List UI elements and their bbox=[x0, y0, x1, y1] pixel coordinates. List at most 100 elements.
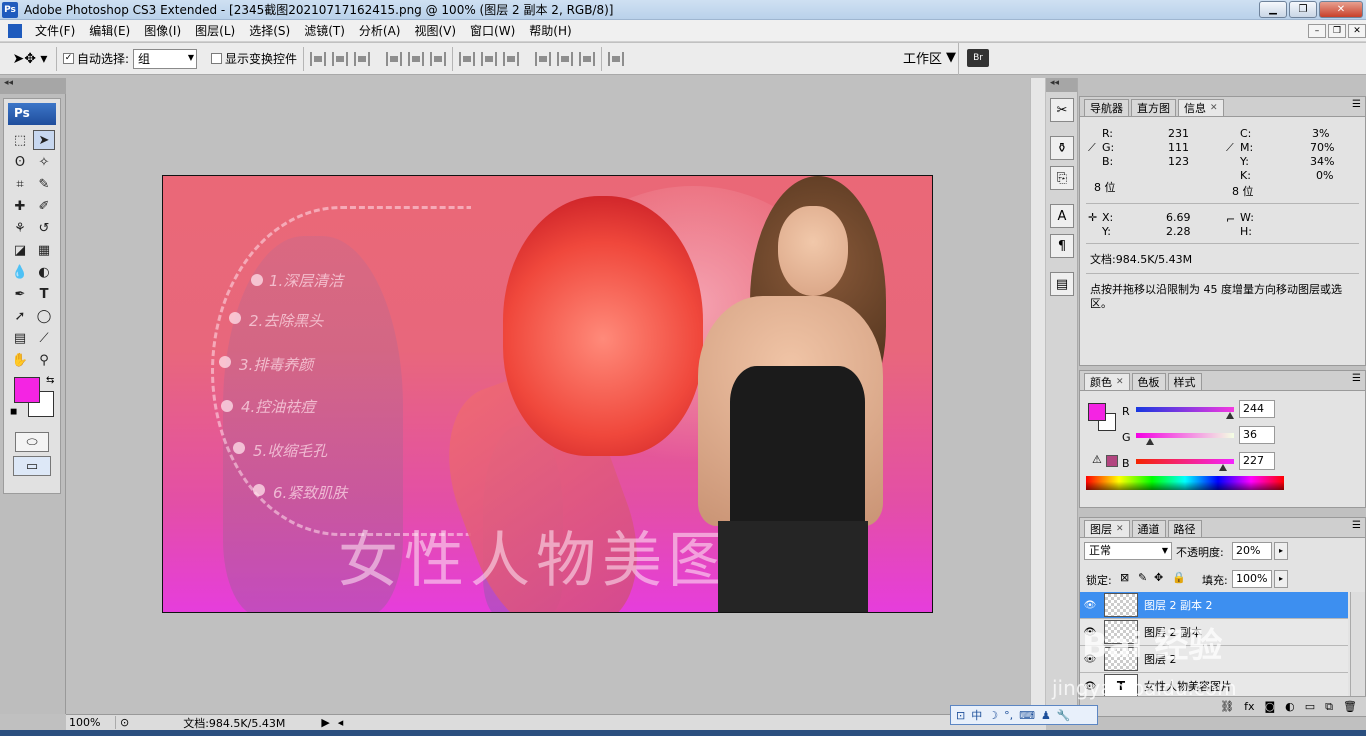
tab-channels[interactable]: 通道 bbox=[1131, 520, 1166, 537]
fill-slider-arrow-icon[interactable]: ▸ bbox=[1274, 570, 1288, 588]
workspace-menu[interactable]: 工作区 ▼ bbox=[903, 48, 956, 67]
tab-histogram[interactable]: 直方图 bbox=[1131, 99, 1176, 116]
slider-thumb[interactable] bbox=[1219, 464, 1228, 471]
color-g-slider[interactable] bbox=[1136, 433, 1234, 445]
path-selection-tool-icon[interactable]: ➚ bbox=[9, 306, 31, 326]
status-preview-icon[interactable]: ⊙ bbox=[120, 716, 129, 729]
distribute-left-icon[interactable] bbox=[535, 51, 552, 66]
stamp-tool-icon[interactable]: ⚘ bbox=[9, 218, 31, 238]
type-tool-icon[interactable]: T bbox=[33, 284, 55, 304]
lasso-tool-icon[interactable]: ʘ bbox=[9, 152, 31, 172]
color-spectrum-bar[interactable] bbox=[1086, 476, 1284, 490]
healing-brush-tool-icon[interactable]: ✚ bbox=[9, 196, 31, 216]
ime-logo-icon[interactable]: ⊡ bbox=[956, 709, 965, 722]
ps-menu-icon[interactable] bbox=[8, 23, 22, 38]
distribute-bottom-icon[interactable] bbox=[503, 51, 520, 66]
align-bottom-icon[interactable] bbox=[354, 51, 371, 66]
document-image[interactable]: 1.深层清洁 2.去除黑头 3.排毒养颜 4.控油祛痘 5.收缩毛孔 6.紧致肌… bbox=[162, 175, 933, 613]
move-tool-icon[interactable]: ➤ bbox=[33, 130, 55, 150]
new-group-icon[interactable]: ▭ bbox=[1305, 700, 1315, 713]
settings-wrench-icon[interactable]: 🔧 bbox=[1057, 709, 1071, 722]
layer-name[interactable]: 图层 2 副本 2 bbox=[1144, 597, 1213, 613]
gamut-warning-icon[interactable]: ⚠ bbox=[1092, 453, 1102, 466]
tab-styles[interactable]: 样式 bbox=[1167, 373, 1202, 390]
doc-close-button[interactable]: ✕ bbox=[1348, 24, 1366, 38]
tool-presets-icon[interactable]: ✂ bbox=[1050, 98, 1074, 122]
foreground-color-swatch[interactable] bbox=[14, 377, 40, 403]
menu-analysis[interactable]: 分析(A) bbox=[352, 22, 408, 39]
distribute-right-icon[interactable] bbox=[579, 51, 596, 66]
scroll-left-icon[interactable]: ◂ bbox=[338, 716, 344, 729]
menu-view[interactable]: 视图(V) bbox=[407, 22, 463, 39]
crop-tool-icon[interactable]: ⌗ bbox=[9, 174, 31, 194]
zoom-level[interactable]: 100% bbox=[66, 716, 116, 729]
menu-edit[interactable]: 编辑(E) bbox=[82, 22, 137, 39]
align-vcenter-icon[interactable] bbox=[332, 51, 349, 66]
gradient-tool-icon[interactable]: ▦ bbox=[33, 240, 55, 260]
adjustment-layer-icon[interactable]: ◐ bbox=[1285, 700, 1295, 713]
layer-style-icon[interactable]: fx bbox=[1244, 700, 1254, 713]
eraser-tool-icon[interactable]: ◪ bbox=[9, 240, 31, 260]
ime-mode[interactable]: 中 bbox=[971, 707, 982, 723]
paragraph-icon[interactable]: ¶ bbox=[1050, 234, 1074, 258]
tab-color[interactable]: 颜色 ✕ bbox=[1084, 373, 1130, 390]
opacity-field[interactable]: 20% bbox=[1232, 542, 1272, 560]
auto-select-dropdown[interactable]: 组 ▼ bbox=[133, 48, 198, 69]
delete-layer-icon[interactable]: 🗑 bbox=[1343, 700, 1357, 713]
gamut-swatch[interactable] bbox=[1106, 455, 1118, 467]
menu-window[interactable]: 窗口(W) bbox=[463, 22, 522, 39]
link-layers-icon[interactable]: ⛓ bbox=[1220, 700, 1234, 713]
align-top-icon[interactable] bbox=[310, 51, 327, 66]
lock-all-icon[interactable]: 🔒 bbox=[1172, 571, 1186, 584]
quick-mask-icon[interactable]: ⬭ bbox=[15, 432, 49, 452]
maximize-button[interactable]: ❐ bbox=[1289, 1, 1317, 18]
distribute-top-icon[interactable] bbox=[459, 51, 476, 66]
color-panel-foreground[interactable] bbox=[1088, 403, 1106, 421]
distribute-vcenter-icon[interactable] bbox=[481, 51, 498, 66]
layer-row[interactable]: 👁 图层 2 副本 2 bbox=[1080, 592, 1348, 619]
menu-help[interactable]: 帮助(H) bbox=[522, 22, 578, 39]
lock-image-icon[interactable]: ✎ bbox=[1138, 571, 1147, 584]
history-brush-tool-icon[interactable]: ↺ bbox=[33, 218, 55, 238]
visibility-eye-icon[interactable]: 👁 bbox=[1080, 600, 1100, 611]
show-transform-checkbox[interactable]: 显示变换控件 bbox=[211, 50, 297, 67]
ellipse-tool-icon[interactable]: ◯ bbox=[33, 306, 55, 326]
screen-mode-icon[interactable]: ▭ bbox=[13, 456, 51, 476]
menu-image[interactable]: 图像(I) bbox=[137, 22, 188, 39]
default-colors-icon[interactable]: ◼ bbox=[10, 407, 17, 417]
eyedropper-tool-icon[interactable]: ⟋ bbox=[33, 328, 55, 348]
new-layer-icon[interactable]: ⧉ bbox=[1325, 700, 1333, 714]
notes-tool-icon[interactable]: ▤ bbox=[9, 328, 31, 348]
tab-swatches[interactable]: 色板 bbox=[1131, 373, 1166, 390]
lock-transparency-icon[interactable]: ⊠ bbox=[1120, 571, 1129, 584]
fill-field[interactable]: 100% bbox=[1232, 570, 1272, 588]
color-g-field[interactable]: 36 bbox=[1239, 426, 1275, 444]
clone-source-icon[interactable]: ⎘ bbox=[1050, 166, 1074, 190]
tab-info[interactable]: 信息 ✕ bbox=[1178, 99, 1224, 116]
canvas-vertical-scrollbar[interactable] bbox=[1030, 78, 1045, 714]
hand-tool-icon[interactable]: ✋ bbox=[9, 350, 31, 370]
bridge-icon[interactable]: Br bbox=[967, 49, 989, 67]
panel-menu-icon[interactable]: ☰ bbox=[1352, 99, 1361, 110]
dock-header[interactable]: ◂◂ bbox=[1046, 78, 1077, 92]
align-hcenter-icon[interactable] bbox=[408, 51, 425, 66]
opacity-slider-arrow-icon[interactable]: ▸ bbox=[1274, 542, 1288, 560]
brushes-icon[interactable]: ⚱ bbox=[1050, 136, 1074, 160]
tab-paths[interactable]: 路径 bbox=[1167, 520, 1202, 537]
marquee-tool-icon[interactable]: ⬚ bbox=[9, 130, 31, 150]
auto-select-checkbox[interactable]: ✓ 自动选择: bbox=[63, 50, 129, 67]
menu-select[interactable]: 选择(S) bbox=[242, 22, 297, 39]
tab-layers[interactable]: 图层 ✕ bbox=[1084, 520, 1130, 537]
minimize-button[interactable]: ▁ bbox=[1259, 1, 1287, 18]
menu-filter[interactable]: 滤镜(T) bbox=[297, 22, 352, 39]
color-b-slider[interactable] bbox=[1136, 459, 1234, 471]
slider-thumb[interactable] bbox=[1145, 438, 1154, 445]
half-width-icon[interactable]: ☽ bbox=[988, 709, 998, 722]
dodge-tool-icon[interactable]: ◐ bbox=[33, 262, 55, 282]
character-icon[interactable]: A bbox=[1050, 204, 1074, 228]
distribute-hcenter-icon[interactable] bbox=[557, 51, 574, 66]
menu-file[interactable]: 文件(F) bbox=[28, 22, 82, 39]
pen-tool-icon[interactable]: ✒ bbox=[9, 284, 31, 304]
zoom-tool-icon[interactable]: ⚲ bbox=[33, 350, 55, 370]
close-button[interactable]: ✕ bbox=[1319, 1, 1363, 18]
